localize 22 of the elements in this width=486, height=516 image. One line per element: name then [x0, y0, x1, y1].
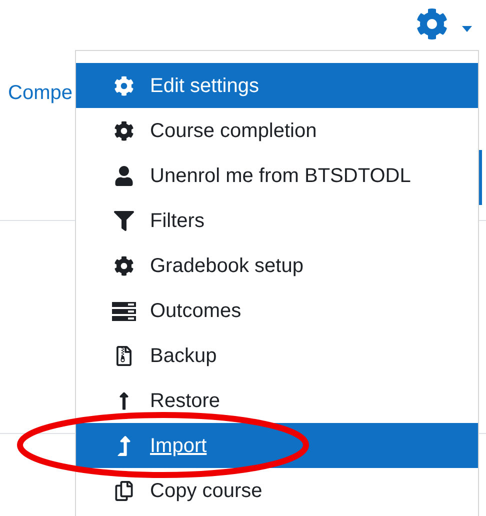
menu-item[interactable]: Import	[76, 423, 478, 468]
menu-item[interactable]: Restore	[76, 378, 478, 423]
settings-icon	[416, 8, 448, 40]
menu-item[interactable]: Copy course	[76, 468, 478, 513]
gear-icon	[114, 76, 134, 96]
menu-item[interactable]: Course completion	[76, 108, 478, 153]
user-icon	[114, 166, 134, 186]
page-link[interactable]: Compe	[8, 82, 72, 104]
settings-button[interactable]	[416, 8, 472, 40]
gear-icon	[114, 120, 134, 140]
menu-item[interactable]: Backup	[76, 333, 478, 378]
zip-file-icon	[114, 346, 134, 366]
gear-icon	[114, 256, 134, 276]
menu-item[interactable]: Unenrol me from BTSDTODL	[76, 153, 478, 198]
list-icon	[112, 300, 136, 320]
copy-icon	[114, 480, 134, 500]
menu-item[interactable]: Filters	[76, 198, 478, 243]
filter-icon	[114, 210, 134, 230]
menu-item[interactable]: Edit settings	[76, 63, 478, 108]
menu-item[interactable]: Outcomes	[76, 288, 478, 333]
menu-item[interactable]: Gradebook setup	[76, 243, 478, 288]
caret-icon	[462, 26, 472, 32]
